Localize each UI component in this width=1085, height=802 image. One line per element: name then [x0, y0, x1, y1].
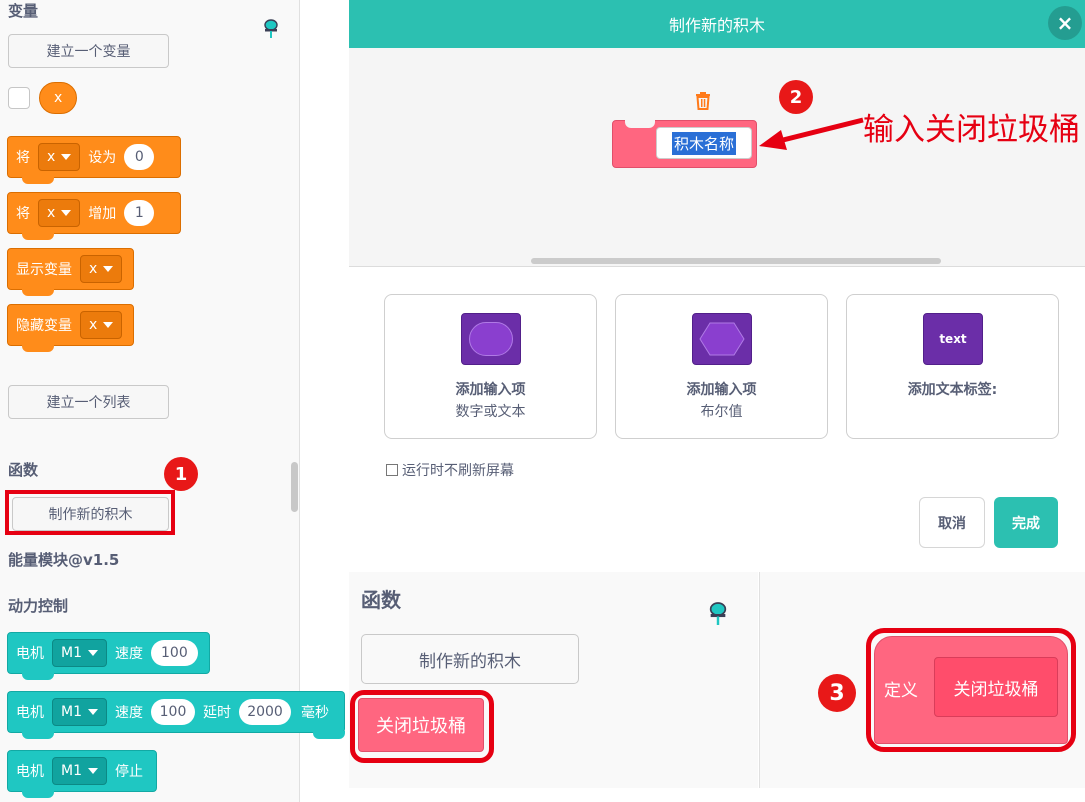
- block-label: 增加: [88, 206, 117, 222]
- make-variable-button[interactable]: 建立一个变量: [8, 34, 169, 68]
- motor-port-dropdown[interactable]: M1: [52, 757, 107, 785]
- inset-functions-title: 函数: [361, 588, 401, 612]
- variables-section-title: 变量: [8, 2, 39, 20]
- chevron-down-icon: [103, 322, 114, 328]
- functions-section-title: 函数: [8, 461, 39, 479]
- block-label: 电机: [16, 705, 44, 721]
- block-label: 停止: [115, 764, 143, 780]
- close-button[interactable]: ×: [1048, 6, 1082, 40]
- text-label-icon: text: [923, 313, 983, 365]
- speed-input[interactable]: 100: [151, 640, 198, 666]
- highlight-custom-block: [350, 690, 494, 763]
- trash-icon[interactable]: [693, 91, 713, 111]
- run-without-refresh-option[interactable]: 运行时不刷新屏幕: [386, 460, 514, 480]
- block-label: 电机: [16, 646, 44, 662]
- power-control-section-title: 动力控制: [8, 597, 69, 615]
- block-label: 速度: [115, 705, 143, 721]
- block-label: 电机: [16, 764, 44, 780]
- option-title: 添加文本标签:: [907, 382, 998, 398]
- variable-reporter-x[interactable]: x: [39, 82, 78, 114]
- run-without-refresh-label: 运行时不刷新屏幕: [402, 463, 514, 479]
- block-name-input[interactable]: 积木名称: [656, 127, 752, 159]
- option-title: 添加输入项: [686, 382, 757, 398]
- chevron-down-icon: [88, 768, 98, 774]
- option-title: 添加输入项: [455, 382, 526, 398]
- round-input-icon: [461, 313, 521, 365]
- done-button[interactable]: 完成: [994, 497, 1058, 548]
- motor-port-dropdown[interactable]: M1: [52, 698, 107, 726]
- boolean-input-icon: [692, 313, 752, 365]
- step-1-badge: 1: [164, 457, 198, 491]
- block-label: 隐藏变量: [16, 318, 72, 334]
- block-label: 将: [16, 206, 30, 222]
- close-icon: ×: [1056, 11, 1074, 35]
- chevron-down-icon: [103, 266, 114, 272]
- highlight-make-block: [5, 490, 175, 535]
- variable-dropdown[interactable]: x: [80, 311, 123, 339]
- chevron-down-icon: [88, 709, 98, 715]
- option-subtitle: 布尔值: [700, 404, 743, 420]
- chevron-down-icon: [88, 650, 98, 656]
- make-list-button[interactable]: 建立一个列表: [8, 385, 169, 419]
- extension-pin-icon[interactable]: [707, 599, 729, 629]
- inset-make-block-button[interactable]: 制作新的积木: [361, 634, 579, 684]
- delay-unit-label: 毫秒: [301, 705, 329, 721]
- variable-reporter-label: x: [54, 90, 63, 106]
- block-label: 速度: [115, 646, 143, 662]
- block-label: 延时: [203, 705, 231, 721]
- block-label: 设为: [88, 150, 117, 166]
- set-variable-block[interactable]: 将 x 设为 0: [7, 136, 181, 184]
- extension-pin-icon[interactable]: [262, 18, 280, 40]
- value-input[interactable]: 0: [124, 144, 155, 170]
- delay-input[interactable]: 2000: [239, 699, 291, 725]
- option-subtitle: 数字或文本: [455, 404, 526, 420]
- motor-speed-delay-block[interactable]: 电机 M1 速度 100 延时 2000: [7, 691, 299, 739]
- variable-dropdown[interactable]: x: [38, 199, 81, 227]
- block-name-text: 积木名称: [671, 131, 736, 155]
- annotation-instruction: 输入关闭垃圾桶: [863, 112, 1080, 148]
- variable-dropdown[interactable]: x: [80, 255, 123, 283]
- energy-module-section-title: 能量模块@v1.5: [8, 551, 120, 569]
- change-variable-block[interactable]: 将 x 增加 1: [7, 192, 181, 240]
- step-3-badge: 3: [818, 674, 856, 712]
- variable-dropdown[interactable]: x: [38, 143, 81, 171]
- palette-scrollbar[interactable]: [291, 462, 298, 512]
- dialog-header: 制作新的积木: [349, 0, 1085, 48]
- motor-speed-delay-block-overflow[interactable]: 毫秒: [299, 691, 345, 739]
- motor-port-dropdown[interactable]: M1: [52, 639, 107, 667]
- block-palette: 变量 建立一个变量 x 将 x 设为 0 将 x 增加 1 显示变量 x 隐藏变…: [0, 0, 300, 802]
- dialog-title: 制作新的积木: [668, 16, 765, 35]
- run-without-refresh-checkbox[interactable]: [386, 464, 398, 476]
- add-input-number-text-card[interactable]: 添加输入项 数字或文本: [384, 294, 597, 439]
- show-variable-block[interactable]: 显示变量 x: [7, 248, 134, 296]
- variable-visibility-checkbox[interactable]: [8, 87, 30, 109]
- add-input-boolean-card[interactable]: 添加输入项 布尔值: [615, 294, 828, 439]
- hide-variable-block[interactable]: 隐藏变量 x: [7, 304, 134, 352]
- add-text-label-card[interactable]: text 添加文本标签:: [846, 294, 1059, 439]
- chevron-down-icon: [61, 154, 72, 160]
- step-2-badge: 2: [779, 80, 813, 114]
- chevron-down-icon: [61, 210, 72, 216]
- motor-stop-block[interactable]: 电机 M1 停止: [7, 750, 157, 798]
- cancel-button[interactable]: 取消: [919, 497, 985, 548]
- preview-scrollbar[interactable]: [531, 258, 941, 264]
- motor-speed-block[interactable]: 电机 M1 速度 100: [7, 632, 210, 680]
- speed-input[interactable]: 100: [151, 699, 195, 725]
- annotation-arrow-icon: [759, 117, 864, 150]
- block-label: 显示变量: [16, 262, 72, 278]
- block-label: 将: [16, 150, 30, 166]
- highlight-define-block: [866, 628, 1076, 752]
- value-input[interactable]: 1: [124, 200, 155, 226]
